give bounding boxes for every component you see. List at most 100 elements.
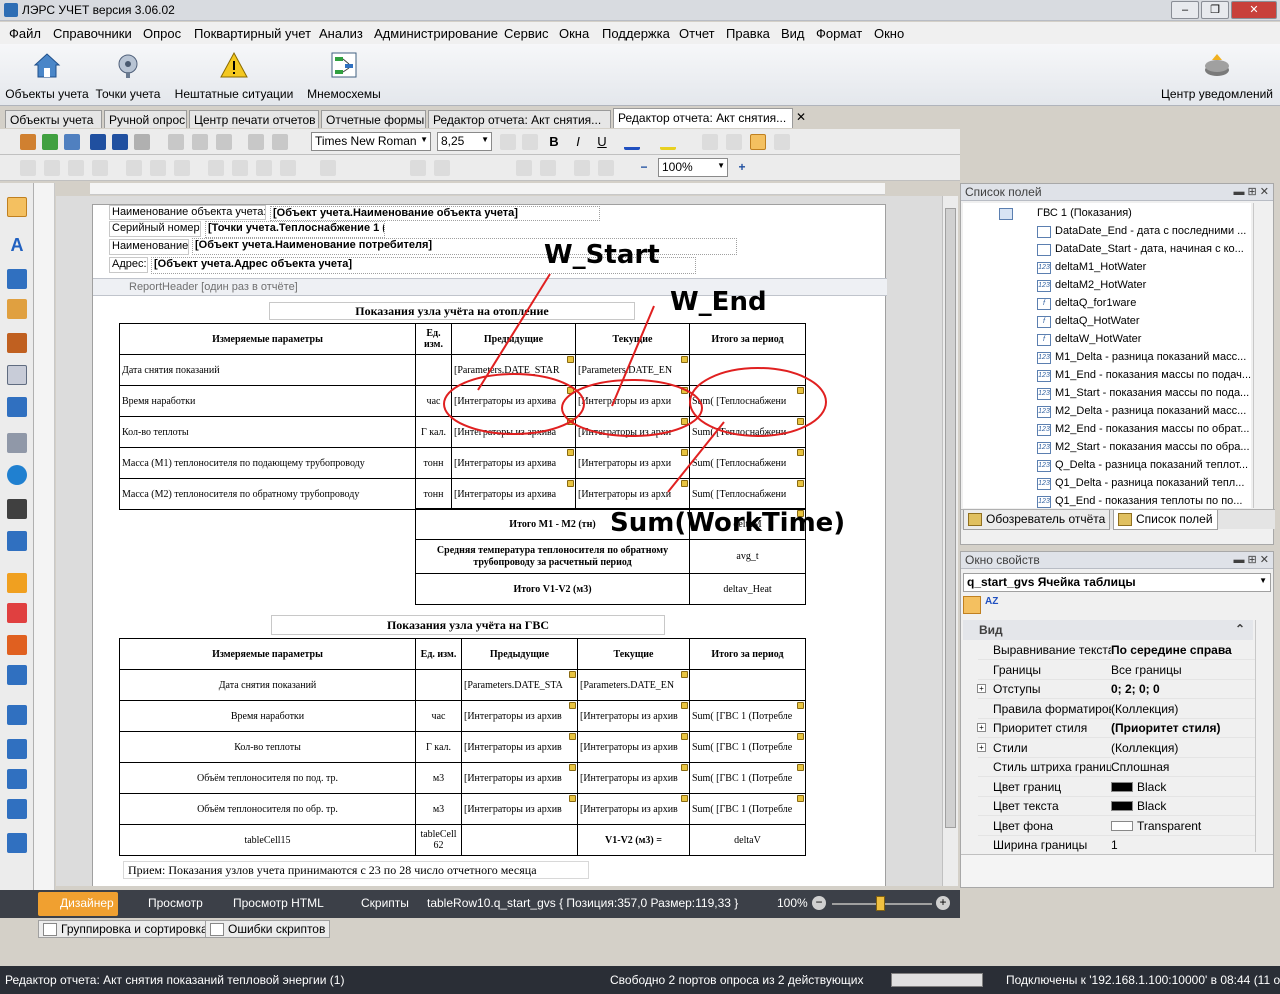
field-tree[interactable]: ГВС 1 (Показания) DataDate_End - дата с … bbox=[963, 203, 1251, 508]
alphabetical-icon[interactable]: AZ bbox=[985, 596, 1003, 614]
property-row[interactable]: Цвет текста Black bbox=[978, 796, 1255, 816]
sparkline-tool-icon[interactable] bbox=[7, 603, 27, 623]
field-item[interactable]: 123 M2_Start - показания массы по обра... bbox=[963, 439, 1251, 457]
property-value[interactable]: Black bbox=[1111, 780, 1255, 794]
maximize-button[interactable]: ❐ bbox=[1201, 1, 1229, 19]
expand-icon[interactable]: + bbox=[977, 684, 986, 693]
zoom-out-icon[interactable]: − bbox=[636, 160, 652, 176]
new-report-icon[interactable] bbox=[20, 134, 36, 150]
toc-tool-icon[interactable] bbox=[7, 739, 27, 759]
property-row[interactable]: Правила форматирова (Коллекция) bbox=[978, 699, 1255, 719]
checkbox-tool-icon[interactable] bbox=[7, 269, 27, 289]
canvas-scrollbar[interactable] bbox=[942, 196, 958, 886]
crossband-line-icon[interactable] bbox=[7, 799, 27, 819]
minimize-button[interactable]: – bbox=[1171, 1, 1199, 19]
property-row[interactable]: Стиль штриха границ Сплошная bbox=[978, 757, 1255, 777]
menu-apartment[interactable]: Поквартирный учет bbox=[194, 26, 311, 41]
shape-tool-icon[interactable] bbox=[7, 465, 27, 485]
send-to-back-icon[interactable] bbox=[540, 160, 556, 176]
crossband-box-icon[interactable] bbox=[7, 833, 27, 853]
property-value[interactable]: По середине справа bbox=[1111, 643, 1255, 657]
bring-to-front-icon[interactable] bbox=[516, 160, 532, 176]
menu-analysis[interactable]: Анализ bbox=[319, 26, 363, 41]
property-row[interactable]: + Отступы 0; 2; 0; 0 bbox=[977, 679, 1255, 699]
field-item[interactable]: 123 M2_End - показания массы по обрат... bbox=[963, 421, 1251, 439]
same-height-icon[interactable] bbox=[232, 160, 248, 176]
group-icon[interactable] bbox=[574, 160, 590, 176]
font-color-icon[interactable] bbox=[624, 134, 640, 150]
preview-html-tab[interactable]: Просмотр HTML bbox=[233, 896, 324, 910]
save-all-icon[interactable] bbox=[112, 134, 128, 150]
tab-grouping[interactable]: Группировка и сортировка bbox=[38, 920, 213, 938]
tab-print-center[interactable]: Центр печати отчетов bbox=[189, 110, 319, 128]
pin-close-icon[interactable]: ▬ ⊞ ✕ bbox=[1233, 185, 1269, 198]
richtext-tool-icon[interactable] bbox=[7, 299, 27, 319]
pin-close-icon[interactable]: ▬ ⊞ ✕ bbox=[1233, 553, 1269, 566]
barcode-tool-icon[interactable] bbox=[7, 499, 27, 519]
field-item[interactable]: 123 M1_Start - показания массы по пода... bbox=[963, 385, 1251, 403]
pointer-icon[interactable] bbox=[7, 197, 27, 217]
save-icon[interactable] bbox=[90, 134, 106, 150]
menu-format[interactable]: Формат bbox=[816, 26, 862, 41]
property-value[interactable]: (Приоритет стиля) bbox=[1111, 721, 1255, 735]
align-lefts-icon[interactable] bbox=[44, 160, 60, 176]
paste-icon[interactable] bbox=[216, 134, 232, 150]
close-tab-icon[interactable]: ✕ bbox=[796, 110, 806, 124]
property-row[interactable]: + Приоритет стиля (Приоритет стиля) bbox=[977, 718, 1255, 738]
align-bottoms-icon[interactable] bbox=[174, 160, 190, 176]
property-row[interactable]: Цвет границ Black bbox=[978, 777, 1255, 797]
field-item[interactable]: 123 M1_End - показания массы по подач... bbox=[963, 367, 1251, 385]
same-size-icon[interactable] bbox=[256, 160, 272, 176]
tab-script-errors[interactable]: Ошибки скриптов bbox=[205, 920, 331, 938]
field-item[interactable]: 123 Q1_Delta - разница показаний тепл... bbox=[963, 475, 1251, 493]
tab-report-editor-2[interactable]: Редактор отчета: Акт снятия... bbox=[613, 108, 793, 128]
summary-tool-icon[interactable] bbox=[7, 635, 27, 655]
tab-objects[interactable]: Объекты учета bbox=[5, 110, 102, 128]
expand-icon[interactable]: + bbox=[977, 742, 986, 752]
menu-support[interactable]: Поддержка bbox=[602, 26, 670, 41]
panel-tool-icon[interactable] bbox=[7, 365, 27, 385]
field-item[interactable]: 123 M2_Delta - разница показаний масс... bbox=[963, 403, 1251, 421]
align-center-icon[interactable] bbox=[726, 134, 742, 150]
align-middles-icon[interactable] bbox=[150, 160, 166, 176]
close-button[interactable]: ✕ bbox=[1231, 1, 1277, 19]
tree-scrollbar[interactable] bbox=[1253, 203, 1271, 508]
designer-tab[interactable]: Дизайнер bbox=[38, 892, 118, 916]
open-file-icon[interactable] bbox=[64, 134, 80, 150]
field-item[interactable]: 123 deltaM2_HotWater bbox=[963, 277, 1251, 295]
property-value[interactable]: Все границы bbox=[1111, 663, 1255, 677]
page-info-tool-icon[interactable] bbox=[7, 665, 27, 685]
status-editor[interactable]: Редактор отчета: Акт снятия показаний те… bbox=[5, 973, 344, 987]
points-button[interactable]: Точки учета bbox=[93, 48, 163, 104]
zoom-out-icon[interactable]: − bbox=[812, 896, 826, 910]
menu-window[interactable]: Окно bbox=[874, 26, 904, 41]
field-item[interactable]: f deltaW_HotWater bbox=[963, 331, 1251, 349]
tab-field-list[interactable]: Список полей bbox=[1113, 510, 1218, 530]
italic-button[interactable]: I bbox=[570, 134, 586, 150]
undo-icon[interactable] bbox=[248, 134, 264, 150]
menu-service[interactable]: Сервис bbox=[504, 26, 549, 41]
objects-button[interactable]: Объекты учета bbox=[4, 48, 90, 104]
justify-icon[interactable] bbox=[774, 134, 790, 150]
open-icon[interactable] bbox=[42, 134, 58, 150]
property-value[interactable]: 1 bbox=[1111, 838, 1255, 852]
font-size-combo[interactable]: 8,25 ▼ bbox=[437, 132, 492, 151]
field-item[interactable]: 123 Q1_End - показания теплоты по по... bbox=[963, 493, 1251, 508]
pagebreak-tool-icon[interactable] bbox=[7, 705, 27, 725]
scroll-thumb[interactable] bbox=[945, 208, 956, 828]
tab-report-forms[interactable]: Отчетные формы bbox=[321, 110, 426, 128]
center-vertically-icon[interactable] bbox=[434, 160, 450, 176]
table-tool-icon[interactable] bbox=[7, 397, 27, 417]
tab-report-explorer[interactable]: Обозреватель отчёта bbox=[963, 510, 1111, 530]
menu-poll[interactable]: Опрос bbox=[143, 26, 181, 41]
property-row[interactable]: Цвет фона Transparent bbox=[978, 816, 1255, 836]
copy-icon[interactable] bbox=[192, 134, 208, 150]
expand-icon[interactable]: + bbox=[977, 723, 986, 732]
categorized-icon[interactable] bbox=[963, 596, 981, 614]
align-tops-icon[interactable] bbox=[126, 160, 142, 176]
bold-button[interactable]: B bbox=[546, 134, 562, 150]
menu-references[interactable]: Справочники bbox=[53, 26, 132, 41]
zipcode-tool-icon[interactable] bbox=[7, 531, 27, 551]
chart-tool-icon[interactable] bbox=[7, 573, 27, 593]
menu-file[interactable]: Файл bbox=[9, 26, 41, 41]
